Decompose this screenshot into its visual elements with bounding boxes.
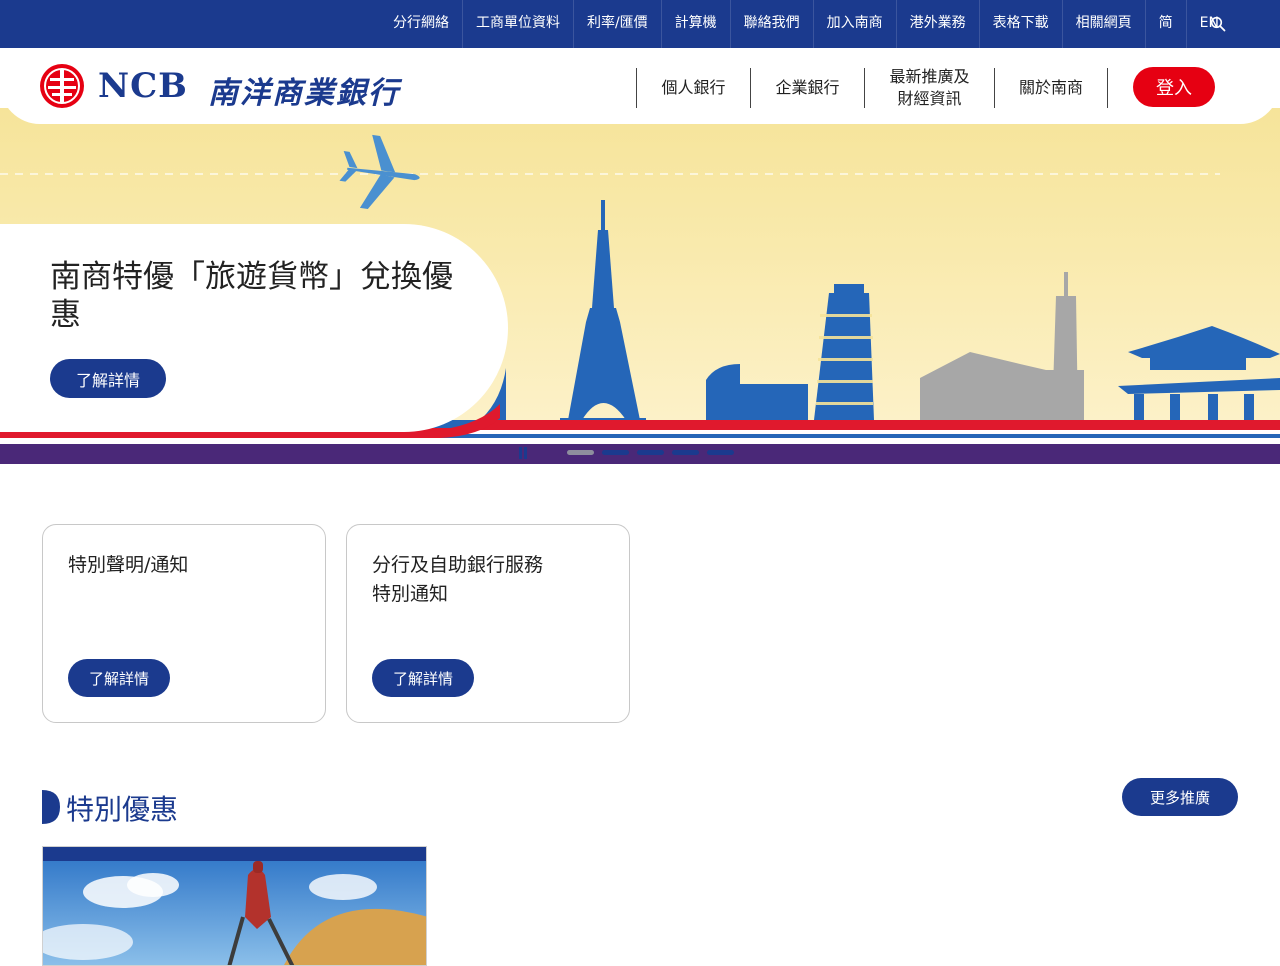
carousel-dot-5[interactable] xyxy=(707,450,734,455)
nav-promotions-financial-info[interactable]: 最新推廣及 財經資訊 xyxy=(864,67,994,108)
top-nav-business-info[interactable]: 工商單位資料 xyxy=(461,0,573,48)
pagoda-graphic xyxy=(1118,326,1280,420)
carousel-dot-4[interactable] xyxy=(672,450,699,455)
main-header: NCB 南洋商業銀行 個人銀行 企業銀行 最新推廣及 財經資訊 關於南商 登入 xyxy=(0,48,1280,124)
colosseum-graphic xyxy=(706,364,808,420)
top-nav-overseas[interactable]: 港外業務 xyxy=(895,0,979,48)
top-nav-forms[interactable]: 表格下載 xyxy=(978,0,1062,48)
carousel-dot-3[interactable] xyxy=(637,450,664,455)
carousel-dot-1[interactable] xyxy=(567,450,594,455)
hero-title: 南商特優「旅遊貨幣」兌換優惠 xyxy=(50,259,453,333)
logo-text-en: NCB xyxy=(98,66,188,106)
login-button[interactable]: 登入 xyxy=(1133,67,1215,107)
top-nav-rates[interactable]: 利率/匯價 xyxy=(572,0,661,48)
notice-card-title: 分行及自助銀行服務 特別通知 xyxy=(372,554,544,605)
pisa-tower-graphic xyxy=(814,284,874,420)
nav-personal-banking[interactable]: 個人銀行 xyxy=(636,68,750,108)
ncb-logo[interactable]: NCB 南洋商業銀行 xyxy=(38,62,408,111)
carousel-dot-2[interactable] xyxy=(602,450,629,455)
notice-details-button[interactable]: 了解詳情 xyxy=(68,659,170,697)
ncb-emblem-icon xyxy=(40,64,84,108)
lang-simplified[interactable]: 简 xyxy=(1144,0,1186,48)
parthenon-graphic xyxy=(920,352,1046,420)
top-nav-branch-network[interactable]: 分行網絡 xyxy=(380,0,462,48)
main-nav: 個人銀行 企業銀行 最新推廣及 財經資訊 關於南商 xyxy=(636,67,1108,108)
logo-text-zh: 南洋商業銀行 xyxy=(208,76,400,111)
search-icon[interactable] xyxy=(1210,16,1226,32)
pause-icon[interactable] xyxy=(516,446,530,460)
nav-corporate-banking[interactable]: 企業銀行 xyxy=(750,68,864,108)
top-utility-nav: 分行網絡 工商單位資料 利率/匯價 計算機 聯絡我們 加入南商 港外業務 表格下… xyxy=(380,0,1232,48)
notice-card-special-announcement: 特別聲明/通知 了解詳情 xyxy=(42,524,326,723)
top-utility-bar: 分行網絡 工商單位資料 利率/匯價 計算機 聯絡我們 加入南商 港外業務 表格下… xyxy=(0,0,1280,48)
top-nav-contact-us[interactable]: 聯絡我們 xyxy=(729,0,813,48)
section-marker-icon xyxy=(42,790,60,824)
notice-details-button[interactable]: 了解詳情 xyxy=(372,659,474,697)
section-title-special-offers: 特別優惠 xyxy=(66,793,179,826)
offer-card[interactable] xyxy=(42,846,427,966)
notice-card-title: 特別聲明/通知 xyxy=(68,554,189,576)
skyscraper-graphic xyxy=(1046,272,1084,420)
more-promotions-button[interactable]: 更多推廣 xyxy=(1122,778,1238,816)
eiffel-tower-graphic xyxy=(560,200,646,422)
top-nav-careers[interactable]: 加入南商 xyxy=(812,0,896,48)
hero-details-button[interactable]: 了解詳情 xyxy=(50,359,166,398)
hero-banner: 南商特優「旅遊貨幣」兌換優惠 了解詳情 xyxy=(0,108,1280,464)
nav-about-ncb[interactable]: 關於南商 xyxy=(994,68,1108,108)
carousel-indicators xyxy=(567,450,734,455)
top-nav-calculator[interactable]: 計算機 xyxy=(660,0,730,48)
offer-card-image xyxy=(43,847,426,965)
top-nav-related-sites[interactable]: 相關網頁 xyxy=(1061,0,1145,48)
notice-card-branch-service: 分行及自助銀行服務 特別通知 了解詳情 xyxy=(346,524,630,723)
